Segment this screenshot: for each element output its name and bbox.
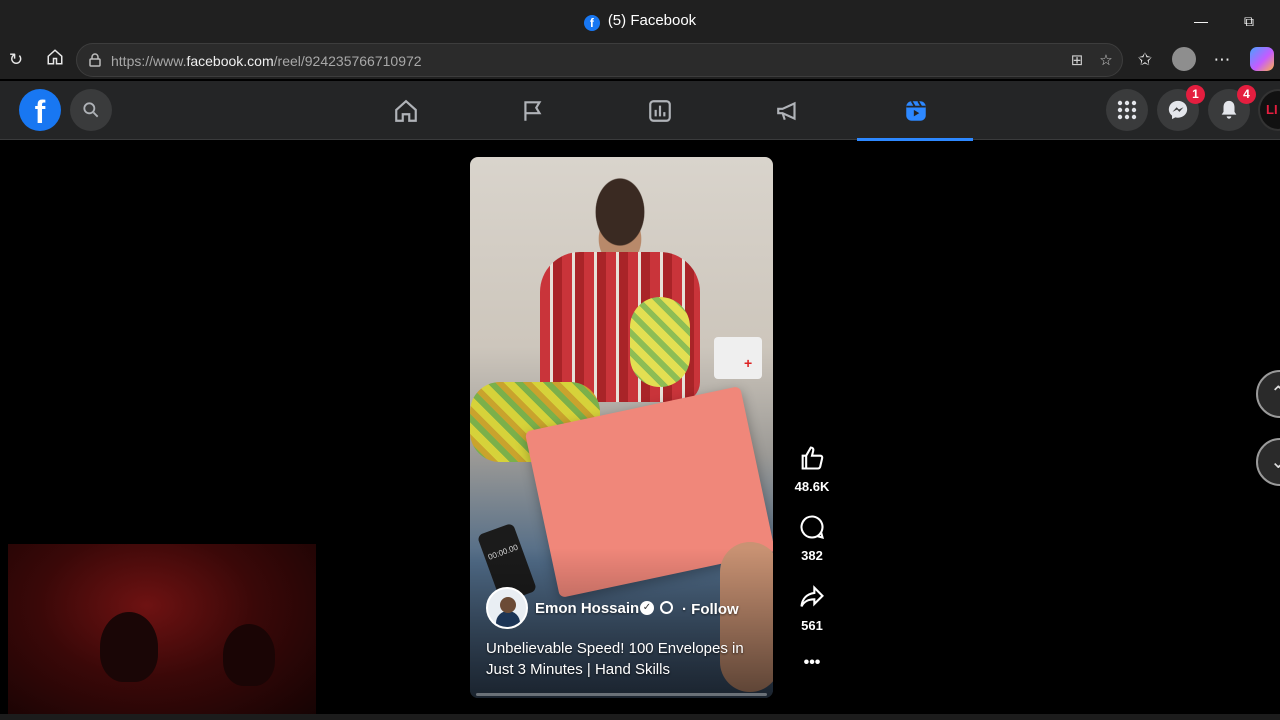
author-name[interactable]: Emon Hossain	[535, 600, 639, 617]
reels-icon	[906, 100, 926, 121]
lock-icon[interactable]	[87, 52, 103, 68]
author-avatar[interactable]	[486, 587, 528, 629]
facebook-logo[interactable]: f	[19, 89, 61, 131]
bell-icon	[1221, 100, 1237, 119]
favorites-icon[interactable]: ✩	[1133, 48, 1157, 72]
tab-reels[interactable]	[857, 81, 973, 141]
video-frame-first-aid-box	[714, 337, 762, 379]
notifications-badge: 4	[1237, 85, 1256, 104]
bottom-edge-strip	[0, 714, 1280, 720]
address-bar[interactable]: https://www.facebook.com/reel/9242357667…	[76, 43, 1123, 77]
app-available-icon[interactable]: ⊞	[1066, 50, 1088, 72]
facebook-header: f 1 4	[0, 81, 1280, 141]
previous-reel-button[interactable]: ⌃	[1256, 370, 1280, 418]
comments-count: 382	[801, 548, 823, 563]
comment-icon	[800, 515, 824, 539]
more-options-icon[interactable]: ⋯	[1210, 48, 1234, 72]
minimize-button[interactable]: —	[1190, 10, 1212, 32]
grid-menu-icon	[1117, 100, 1137, 120]
comment-button[interactable]: 382	[790, 513, 834, 563]
more-dots-icon: •••	[803, 654, 821, 671]
messenger-badge: 1	[1186, 85, 1205, 104]
video-frame-knee	[630, 297, 690, 387]
share-icon	[800, 585, 824, 607]
tab-home[interactable]	[347, 81, 463, 140]
window-title-text: (5) Facebook	[607, 12, 697, 29]
notifications-button[interactable]: 4	[1208, 85, 1256, 131]
megaphone-icon	[777, 101, 796, 121]
tab-pages[interactable]	[474, 81, 590, 140]
facebook-favicon-icon: f	[583, 15, 600, 31]
url-text[interactable]: https://www.facebook.com/reel/9242357667…	[111, 53, 422, 69]
thumbs-up-icon	[801, 446, 824, 470]
more-options-button[interactable]: •••	[790, 654, 834, 672]
facebook-search-button[interactable]	[70, 89, 112, 131]
browser-profile-avatar[interactable]	[1172, 47, 1196, 71]
likes-count: 48.6K	[794, 479, 830, 494]
webcam-person-left	[100, 612, 158, 682]
flag-icon	[524, 101, 542, 121]
bar-chart-icon	[649, 100, 671, 122]
webcam-person-right	[223, 624, 275, 686]
home-icon[interactable]	[43, 48, 67, 72]
messenger-icon	[1168, 100, 1188, 120]
search-icon	[83, 102, 99, 118]
reload-icon[interactable]: ↻	[4, 48, 28, 72]
reel-video[interactable]: 00:00.00 Emon Hossain ✓ · Follow Unbelie…	[470, 157, 773, 698]
like-button[interactable]: 48.6K	[790, 444, 834, 494]
webcam-overlay	[8, 544, 316, 720]
reel-caption: Unbelievable Speed! 100 Envelopes in Jus…	[486, 640, 744, 678]
share-button[interactable]: 561	[790, 583, 834, 633]
video-progress-bar[interactable]	[476, 693, 767, 696]
follow-button[interactable]: · Follow	[682, 601, 739, 618]
chevron-down-icon: ⌄	[1270, 451, 1280, 473]
chevron-up-icon: ⌃	[1270, 383, 1280, 405]
window-title-bar: f (5) Facebook — ⧉	[0, 0, 1280, 41]
globe-icon	[660, 601, 673, 614]
shares-count: 561	[801, 618, 823, 633]
messenger-button[interactable]: 1	[1157, 85, 1205, 131]
window-title: f (5) Facebook	[0, 12, 1280, 31]
tab-insights[interactable]	[601, 81, 717, 140]
copilot-icon[interactable]	[1250, 47, 1274, 71]
home-icon	[395, 99, 417, 122]
menu-button[interactable]	[1106, 89, 1148, 131]
browser-toolbar: ↻ https://www.facebook.com/reel/92423576…	[0, 41, 1280, 79]
restore-button[interactable]: ⧉	[1238, 10, 1260, 32]
tab-ads[interactable]	[729, 81, 845, 140]
verified-badge-icon: ✓	[640, 601, 654, 615]
next-reel-button[interactable]: ⌄	[1256, 438, 1280, 486]
favorite-star-icon[interactable]: ☆	[1095, 50, 1117, 72]
